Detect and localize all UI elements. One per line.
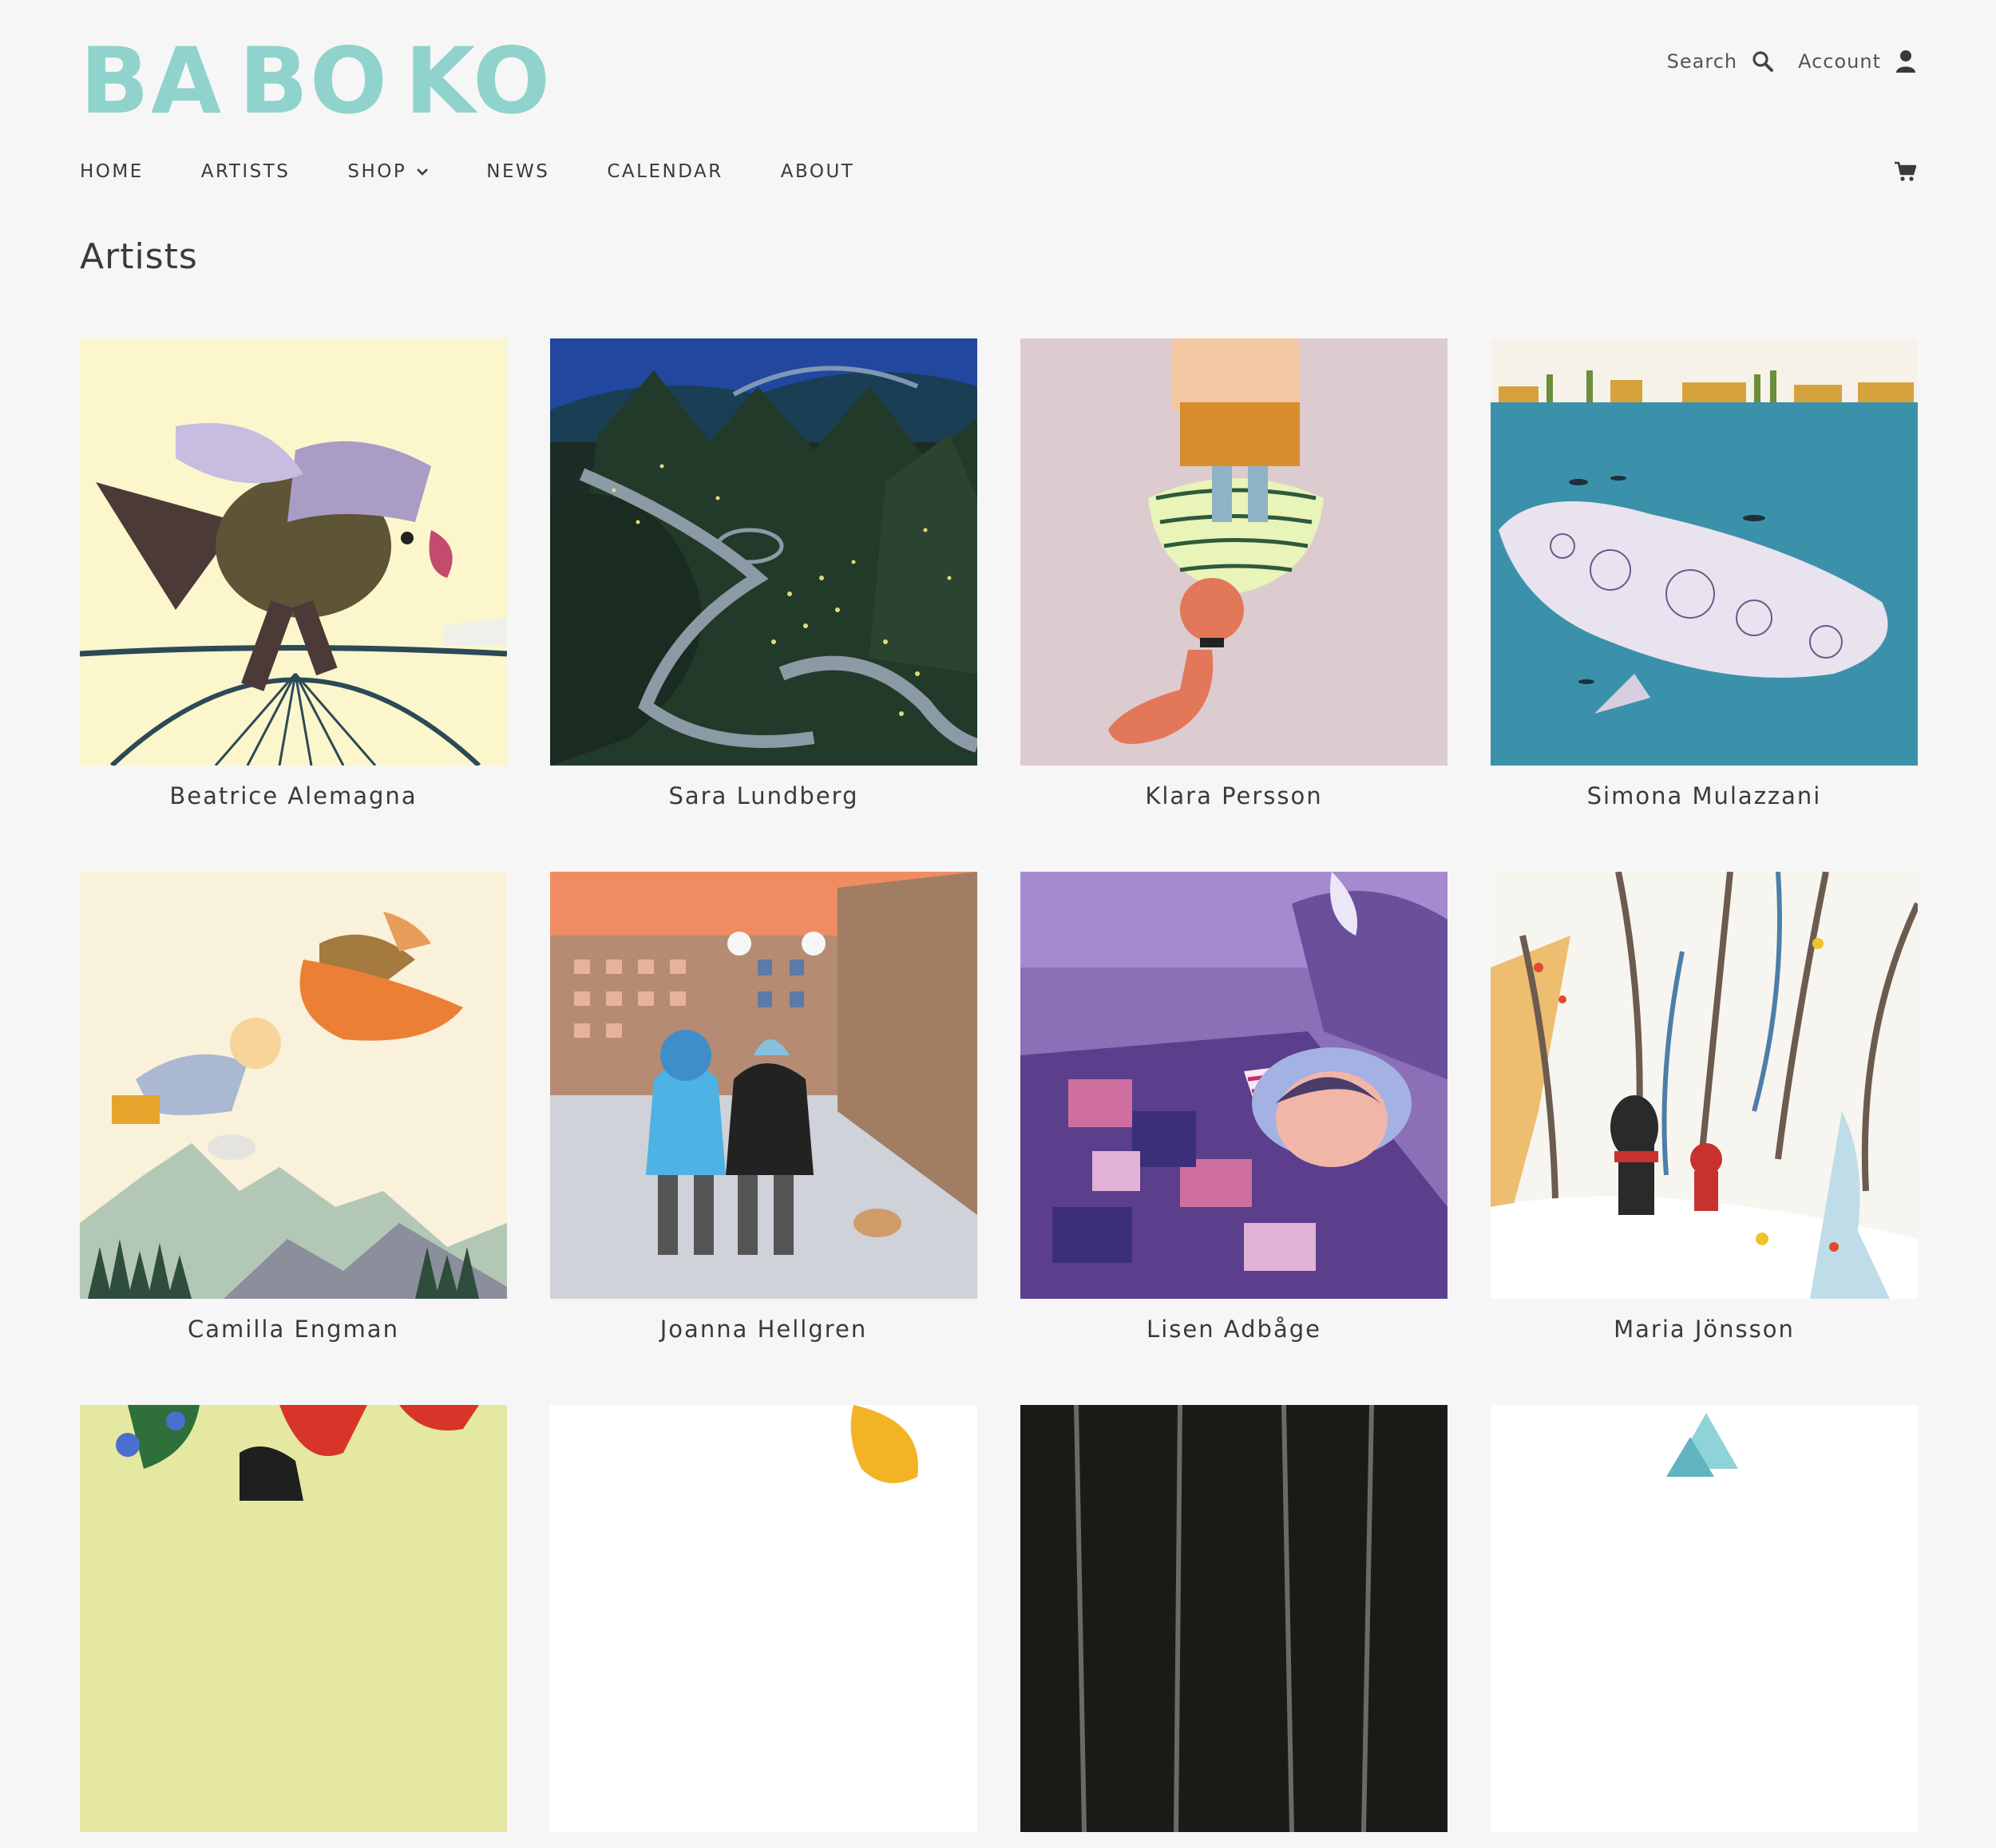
- artist-card[interactable]: [1020, 1405, 1447, 1848]
- artist-thumbnail[interactable]: [550, 1405, 977, 1832]
- cart-icon[interactable]: [1894, 161, 1917, 182]
- main-nav: HOME ARTISTS SHOP NEWS CALENDAR ABOUT: [80, 161, 912, 182]
- artist-name[interactable]: Simona Mulazzani: [1491, 782, 1918, 810]
- artist-card[interactable]: [80, 1405, 507, 1848]
- nav-shop[interactable]: SHOP: [347, 161, 429, 182]
- search-icon[interactable]: [1752, 50, 1774, 73]
- artist-thumbnail[interactable]: [550, 338, 977, 766]
- nav-artists[interactable]: ARTISTS: [201, 161, 291, 182]
- header-utility: Search Account: [1667, 49, 1916, 73]
- artist-name[interactable]: Lisen Adbåge: [1020, 1315, 1447, 1343]
- artist-card[interactable]: Simona Mulazzani: [1491, 338, 1918, 810]
- artist-card[interactable]: Sara Lundberg: [550, 338, 977, 810]
- artist-name[interactable]: Klara Persson: [1020, 782, 1447, 810]
- logo-part-ko: KO: [404, 28, 552, 134]
- artist-card[interactable]: [550, 1405, 977, 1848]
- artist-thumbnail[interactable]: [80, 1405, 507, 1832]
- artist-thumbnail[interactable]: [80, 338, 507, 766]
- artist-card[interactable]: Maria Jönsson: [1491, 872, 1918, 1343]
- nav-news[interactable]: NEWS: [486, 161, 549, 182]
- search-link[interactable]: Search: [1667, 50, 1737, 73]
- nav-home[interactable]: HOME: [80, 161, 144, 182]
- nav-about[interactable]: ABOUT: [781, 161, 855, 182]
- artist-card[interactable]: Beatrice Alemagna: [80, 338, 507, 810]
- nav-calendar[interactable]: CALENDAR: [607, 161, 723, 182]
- artist-name[interactable]: Maria Jönsson: [1491, 1315, 1918, 1343]
- artist-card[interactable]: Joanna Hellgren: [550, 872, 977, 1343]
- artist-card[interactable]: Lisen Adbåge: [1020, 872, 1447, 1343]
- artist-thumbnail[interactable]: [1020, 1405, 1447, 1832]
- nav-shop-label: SHOP: [347, 161, 407, 182]
- artist-card[interactable]: Klara Persson: [1020, 338, 1447, 810]
- artist-name[interactable]: Beatrice Alemagna: [80, 782, 507, 810]
- artist-thumbnail[interactable]: [1491, 872, 1918, 1299]
- artist-thumbnail[interactable]: [550, 872, 977, 1299]
- artist-name[interactable]: Sara Lundberg: [550, 782, 977, 810]
- brand-logo[interactable]: BA BO KO: [80, 36, 551, 127]
- chevron-down-icon: [416, 167, 429, 176]
- account-link[interactable]: Account: [1798, 50, 1881, 73]
- account-icon[interactable]: [1895, 49, 1916, 73]
- logo-part-ba: BA: [80, 28, 224, 134]
- artist-card[interactable]: [1491, 1405, 1918, 1848]
- page-title: Artists: [80, 236, 198, 277]
- artist-thumbnail[interactable]: [80, 872, 507, 1299]
- artist-name[interactable]: Joanna Hellgren: [550, 1315, 977, 1343]
- artist-thumbnail[interactable]: [1491, 1405, 1918, 1832]
- artist-card[interactable]: Camilla Engman: [80, 872, 507, 1343]
- artist-thumbnail[interactable]: [1020, 338, 1447, 766]
- artist-name[interactable]: Camilla Engman: [80, 1315, 507, 1343]
- artist-thumbnail[interactable]: [1491, 338, 1918, 766]
- logo-part-bo: BO: [239, 28, 389, 134]
- artist-thumbnail[interactable]: [1020, 872, 1447, 1299]
